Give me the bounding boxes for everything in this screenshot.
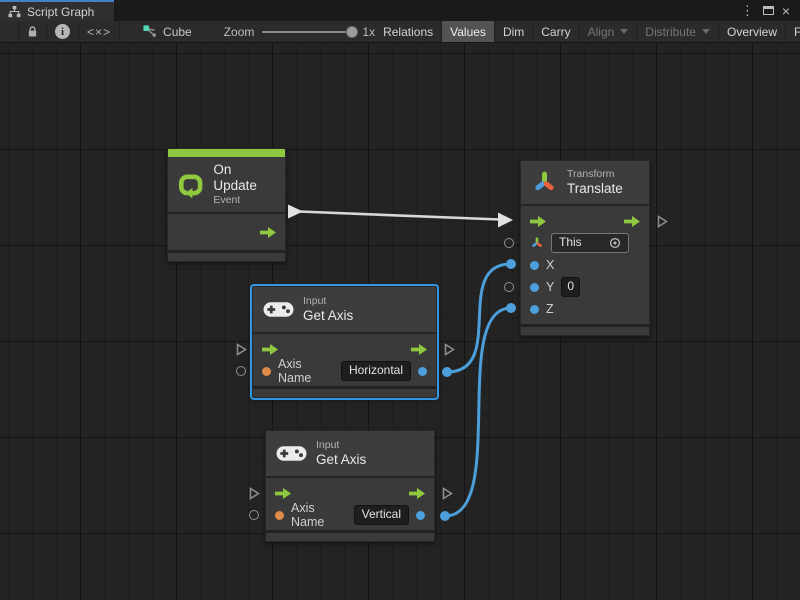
toolbar-button-relations[interactable]: Relations [375,21,442,42]
wire-endpoint [506,259,516,269]
info-icon: i [55,24,70,39]
code-view-icon: <×> [87,25,111,39]
info-button[interactable]: i [47,21,79,42]
wire-endpoint [440,511,450,521]
chevron-down-icon [702,29,710,34]
wire-endpoint [442,367,452,377]
button-label: Distribute [645,25,696,39]
zoom-value: 1x [362,25,375,39]
wire-endpoint [506,303,516,313]
wire-arrowhead [498,213,513,228]
wire-arrowhead [288,205,303,219]
tab-script-graph[interactable]: Script Graph [0,0,114,21]
zoom-slider[interactable] [262,31,354,33]
graph-toolbar: i <×> Cube Zoom 1x Relations Values [0,21,800,43]
button-label: Overview [727,25,777,39]
button-label: Relations [383,25,433,39]
toolbar-button-overview[interactable]: Overview [719,21,786,42]
script-graph-window: Script Graph ⋮ × i <×> Cube [0,0,800,600]
lock-icon [27,25,38,38]
chevron-down-icon [620,29,628,34]
toolbar-button-full-screen[interactable]: Full Screen [786,21,800,42]
toolbar-button-carry[interactable]: Carry [533,21,579,42]
lock-button[interactable] [18,21,47,42]
toolbar-button-dim[interactable]: Dim [495,21,533,42]
graph-canvas[interactable]: On Update Event [0,43,800,600]
window-controls: ⋮ × [738,0,800,21]
button-label: Full Screen [794,25,800,39]
value-wire-horizontal-to-x[interactable] [442,259,516,377]
button-label: Dim [503,25,524,39]
code-view-button[interactable]: <×> [79,21,120,42]
graph-icon [142,24,157,39]
zoom-label: Zoom [224,25,255,39]
toolbar-button-distribute[interactable]: Distribute [637,21,719,42]
toolbar-button-values[interactable]: Values [442,21,495,42]
graph-target[interactable]: Cube [132,21,202,42]
flow-wire-on-update-to-translate[interactable] [288,205,513,228]
tab-title: Script Graph [27,5,94,19]
zoom-control: Zoom 1x [224,21,375,42]
kebab-menu-icon[interactable]: ⋮ [738,4,757,17]
maximize-icon[interactable] [763,6,774,15]
graph-target-label: Cube [163,25,192,39]
close-icon[interactable]: × [780,4,792,18]
toolbar-button-align[interactable]: Align [580,21,638,42]
tab-bar: Script Graph ⋮ × [0,0,800,21]
button-label: Values [450,25,486,39]
graph-icon [8,5,21,18]
button-label: Carry [541,25,570,39]
zoom-slider-knob[interactable] [346,26,358,38]
wires-layer [0,43,800,600]
button-label: Align [588,25,615,39]
